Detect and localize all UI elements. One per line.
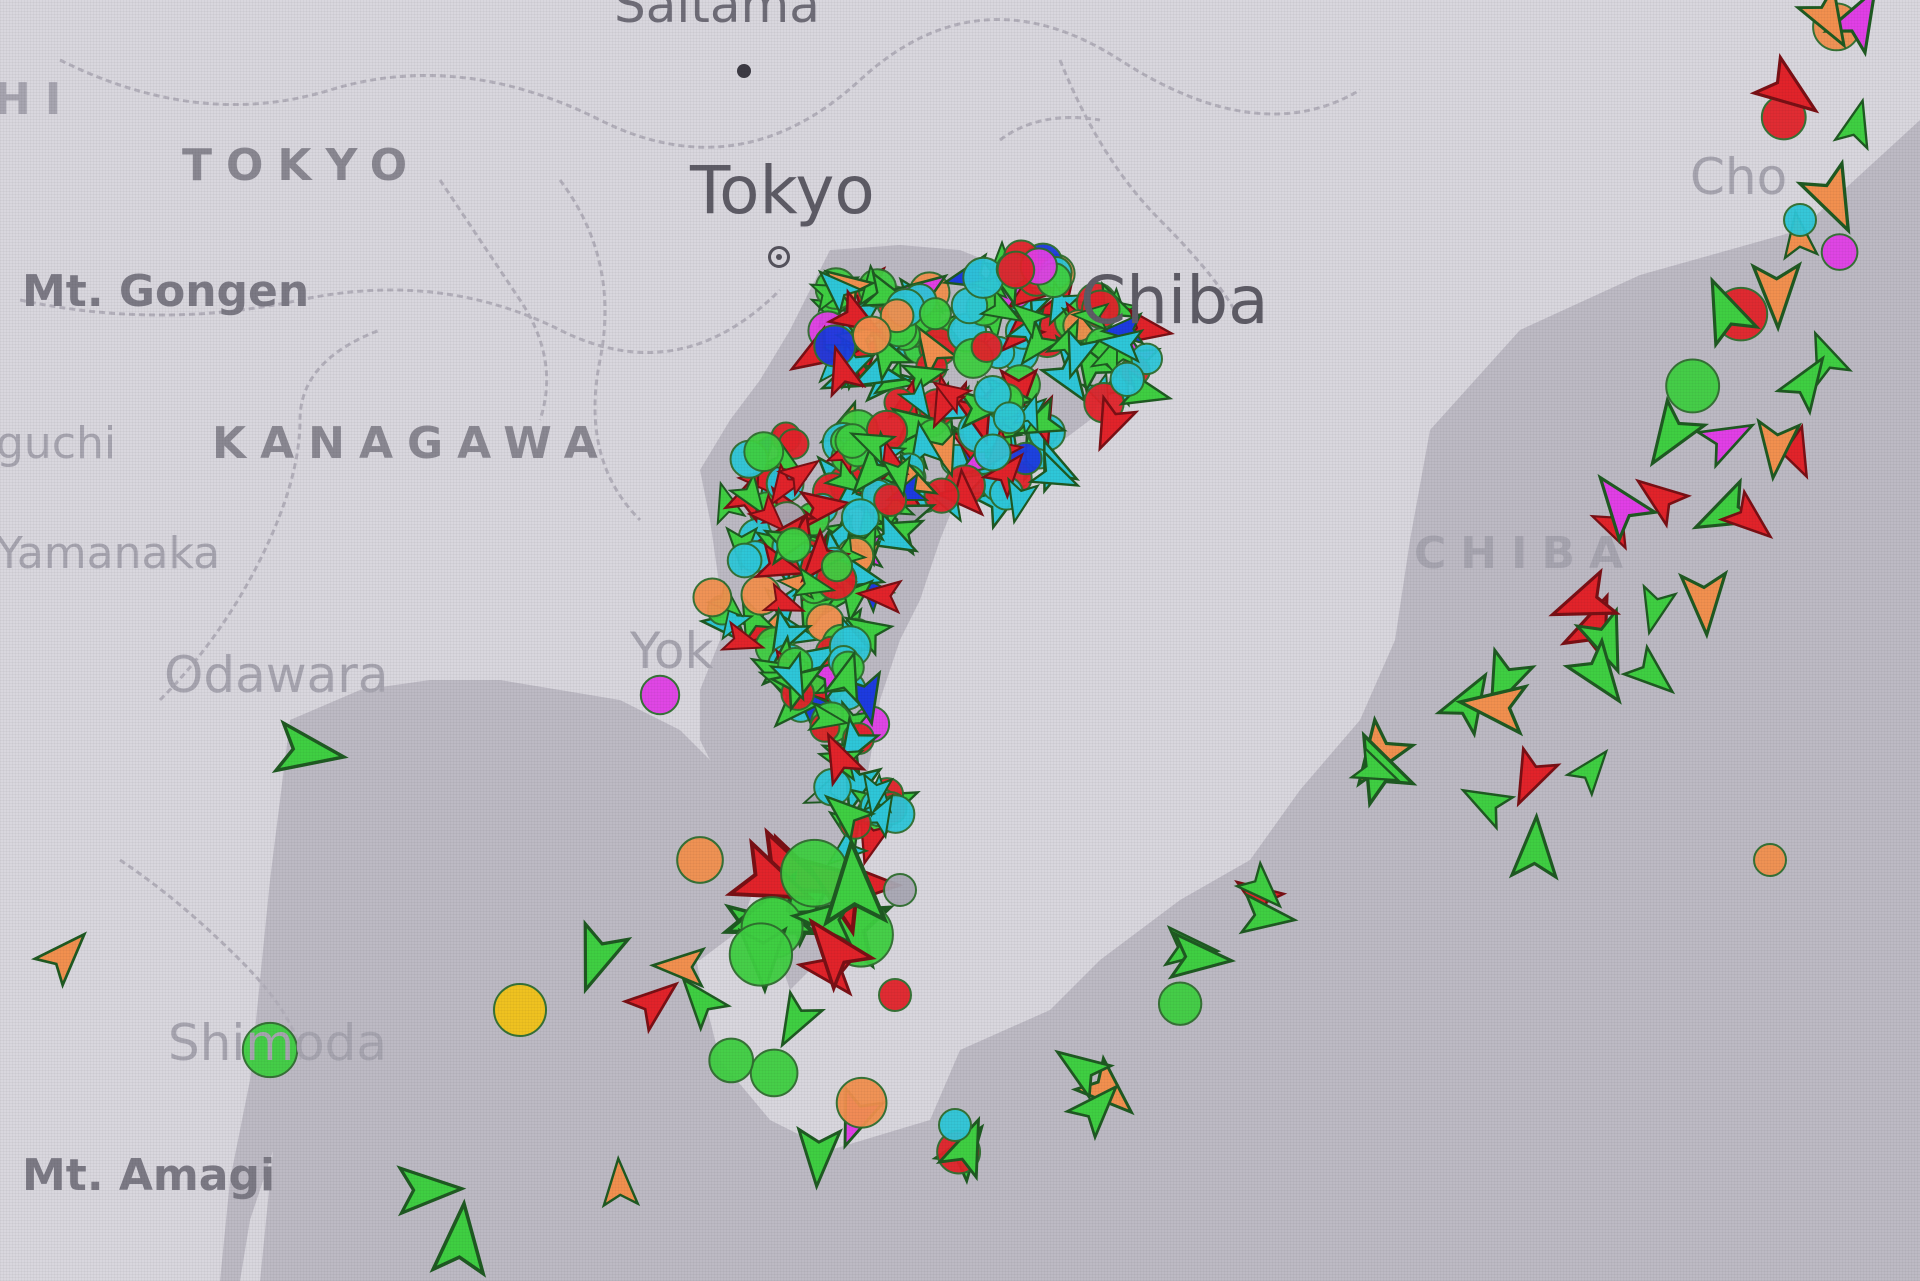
map-canvas[interactable] bbox=[0, 0, 1920, 1281]
vessel-anchored-marker[interactable] bbox=[1820, 233, 1859, 271]
tokyo-capital-marker bbox=[768, 246, 790, 268]
label-odawara: Odawara bbox=[164, 646, 389, 704]
vessel-anchored-marker[interactable] bbox=[1109, 361, 1145, 397]
label-chiba-city: Chiba bbox=[1080, 262, 1269, 339]
vessel-anchored-marker[interactable] bbox=[676, 836, 724, 884]
label-shimoda: Shimoda bbox=[168, 1014, 387, 1072]
label-yamanaka: Yamanaka bbox=[0, 528, 221, 579]
vessel-anchored-marker[interactable] bbox=[992, 401, 1026, 435]
vessel-anchored-marker[interactable] bbox=[970, 330, 1003, 363]
label-chiba-region: CHIBA bbox=[1414, 528, 1638, 579]
vessel-anchored-marker[interactable] bbox=[726, 542, 763, 579]
vessel-anchored-marker[interactable] bbox=[938, 1108, 972, 1142]
vessel-anchored-marker[interactable] bbox=[851, 315, 892, 356]
vessel-anchored-marker[interactable] bbox=[973, 433, 1012, 472]
vessel-anchored-marker[interactable] bbox=[692, 577, 733, 618]
label-mt-gongen: Mt. Gongen bbox=[22, 266, 310, 317]
vessel-anchored-marker[interactable] bbox=[776, 527, 812, 563]
label-kanagawa: KANAGAWA bbox=[212, 418, 612, 469]
vessel-anchored-marker[interactable] bbox=[878, 978, 912, 1012]
vessel-anchored-marker[interactable] bbox=[749, 1048, 799, 1098]
vessel-anchored-marker[interactable] bbox=[835, 1076, 888, 1129]
label-edge-hi: HI bbox=[0, 74, 76, 125]
vessel-anchored-marker[interactable] bbox=[1783, 203, 1817, 237]
vessel-anchored-marker[interactable] bbox=[708, 1037, 755, 1084]
label-guchi: guchi bbox=[0, 418, 117, 469]
label-tokyo-region: TOKYO bbox=[182, 140, 422, 191]
vessel-anchored-marker[interactable] bbox=[743, 431, 785, 473]
vessel-anchored-marker[interactable] bbox=[996, 250, 1036, 290]
vessel-anchored-marker[interactable] bbox=[1753, 843, 1787, 877]
vessel-anchored-marker[interactable] bbox=[918, 297, 952, 331]
label-choshi: Cho bbox=[1690, 148, 1788, 206]
vessel-anchored-marker[interactable] bbox=[1157, 981, 1203, 1026]
vessel-anchored-marker[interactable] bbox=[820, 550, 854, 583]
vessel-tracking-map[interactable]: Saitama TOKYO Tokyo Mt. Gongen guchi KAN… bbox=[0, 0, 1920, 1281]
vessel-anchored-marker[interactable] bbox=[883, 873, 917, 907]
vessel-anchored-marker[interactable] bbox=[728, 922, 794, 987]
vessel-anchored-marker[interactable] bbox=[1665, 358, 1721, 414]
label-saitama: Saitama bbox=[614, 0, 820, 34]
vessel-anchored-marker[interactable] bbox=[492, 982, 548, 1038]
vessel-anchored-marker[interactable] bbox=[639, 674, 681, 716]
label-yokohama: Yok bbox=[630, 622, 714, 680]
label-mt-amagi: Mt. Amagi bbox=[22, 1150, 276, 1201]
label-tokyo-city: Tokyo bbox=[690, 152, 875, 229]
saitama-dot bbox=[737, 64, 751, 78]
